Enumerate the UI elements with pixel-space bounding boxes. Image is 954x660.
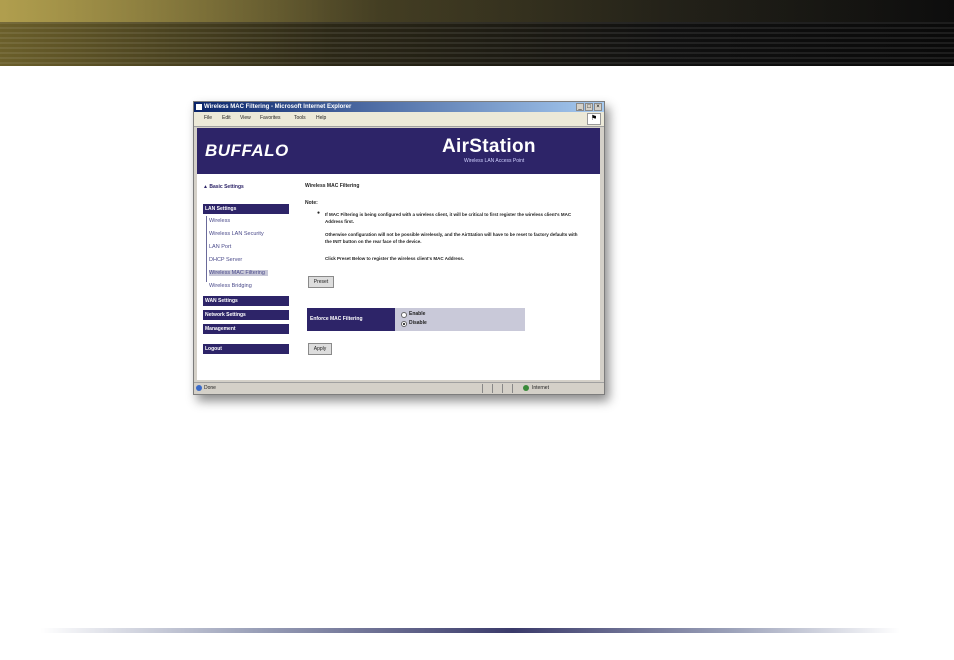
mac-filter-table: Enforce MAC Filtering Enable Disable [307,308,525,331]
minimize-icon[interactable]: _ [576,103,584,111]
sidebar-logout[interactable]: Logout [203,344,289,354]
basic-settings-label: Basic Settings [209,184,244,190]
airstation-subtitle: Wireless LAN Access Point [464,158,525,164]
menu-tools[interactable]: Tools [294,115,306,121]
top-banner [0,0,954,66]
close-icon[interactable]: × [594,103,602,111]
sidebar-management[interactable]: Management [203,324,289,334]
preset-button[interactable]: Preset [308,276,334,288]
note-paragraph-2: Otherwise configuration will not be poss… [325,232,578,244]
note-paragraph-1: If MAC Filtering is being configured wit… [325,212,572,224]
sidebar-wan-settings[interactable]: WAN Settings [203,296,289,306]
sidebar-network-settings[interactable]: Network Settings [203,310,289,320]
sidebar-item-lan-port[interactable]: LAN Port [209,244,231,250]
window-controls: _ □ × [576,103,602,111]
status-text: Done [204,385,216,391]
page-content: BUFFALO AirStation Wireless LAN Access P… [197,128,600,380]
sidebar-item-dhcp-server[interactable]: DHCP Server [209,257,242,263]
internet-zone-icon [523,385,529,391]
maximize-icon[interactable]: □ [585,103,593,111]
note-paragraph-3: Click Preset Below to register the wirel… [325,256,464,261]
browser-icon [196,104,202,110]
sidebar-item-wireless[interactable]: Wireless [209,218,230,224]
enable-label: Enable [409,311,426,317]
disable-label: Disable [409,320,427,326]
windows-logo-icon: ⚑ [587,113,601,125]
menu-help[interactable]: Help [316,115,326,121]
bullet-icon: ● [317,210,321,216]
banner-shine [0,0,954,22]
page-header: BUFFALO AirStation Wireless LAN Access P… [197,128,600,174]
airstation-logo: AirStation [442,136,536,157]
menu-bar: File Edit View Favorites Tools Help ⚑ [194,112,604,127]
page-title: Wireless MAC Filtering [305,183,360,189]
sidebar-item-wireless-mac-filtering[interactable]: Wireless MAC Filtering [209,270,268,276]
buffalo-logo: BUFFALO [205,141,289,160]
status-divider [482,384,483,393]
sidebar-basic-settings[interactable]: ▲ Basic Settings [203,184,244,190]
status-bar: Done Internet [194,382,604,394]
enable-radio[interactable] [401,312,407,318]
window-title: Wireless MAC Filtering - Microsoft Inter… [204,104,352,110]
browser-window: Wireless MAC Filtering - Microsoft Inter… [193,101,605,395]
status-divider [512,384,513,393]
disable-radio[interactable] [401,321,407,327]
ie-page-icon [196,385,202,391]
tree-line [206,216,207,282]
menu-favorites[interactable]: Favorites [260,115,281,121]
sidebar-lan-settings[interactable]: LAN Settings [203,204,289,214]
apply-button[interactable]: Apply [308,343,332,355]
status-divider [502,384,503,393]
menu-file[interactable]: File [204,115,212,121]
sidebar-item-wireless-bridging[interactable]: Wireless Bridging [209,283,252,289]
menu-edit[interactable]: Edit [222,115,231,121]
bottom-divider [40,628,900,633]
sidebar-item-wireless-lan-security[interactable]: Wireless LAN Security [209,231,264,237]
zone-text: Internet [532,385,549,391]
menu-view[interactable]: View [240,115,251,121]
banner-stripes [0,22,954,66]
window-titlebar[interactable]: Wireless MAC Filtering - Microsoft Inter… [194,102,604,112]
mac-filter-label: Enforce MAC Filtering [307,308,395,331]
note-label: Note: [305,200,318,206]
status-divider [492,384,493,393]
